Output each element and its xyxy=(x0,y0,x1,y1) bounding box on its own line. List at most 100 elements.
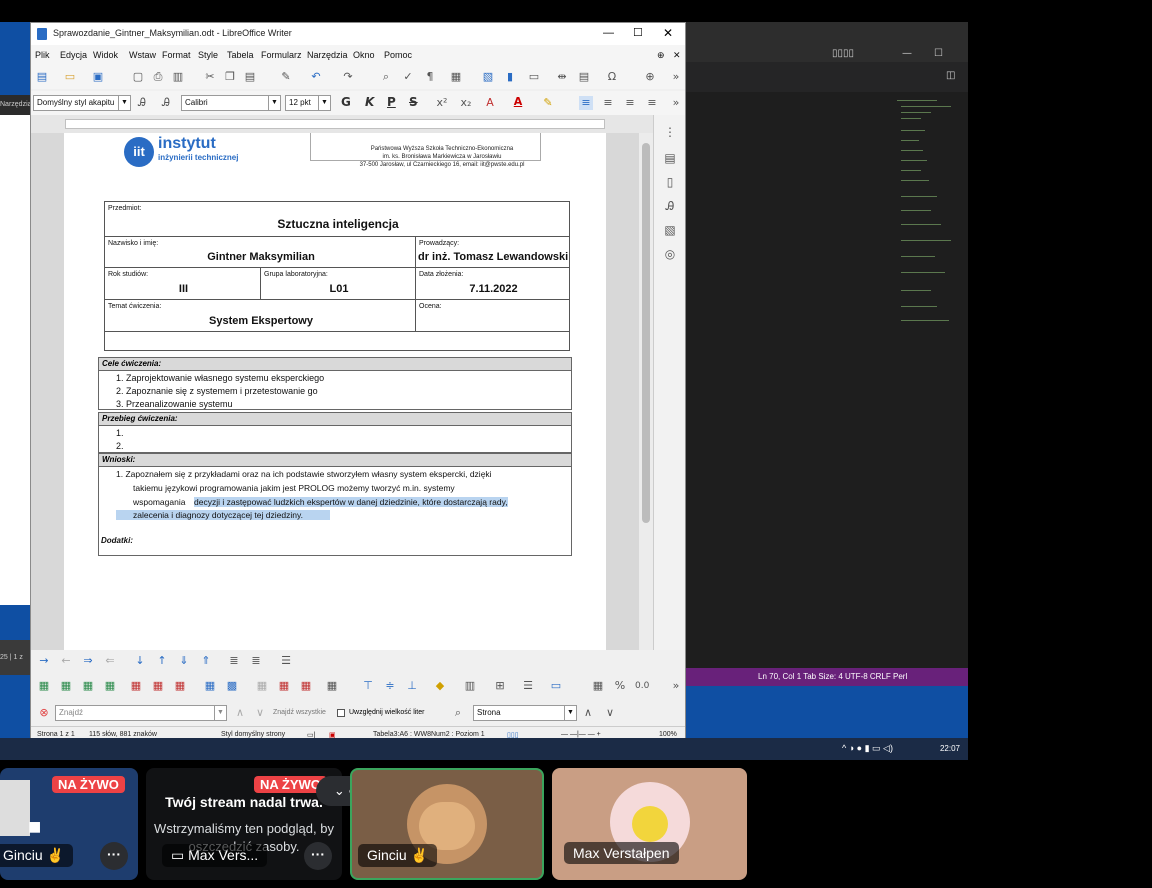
menu-pomoc[interactable]: Pomoc xyxy=(384,50,412,60)
year-cell[interactable]: Rok studiów: III xyxy=(104,267,261,300)
split-cells-icon[interactable]: ▦ xyxy=(277,679,291,693)
group-cell[interactable]: Grupa laboratoryjna: L01 xyxy=(260,267,416,300)
insert-cols-before-icon[interactable]: ▦ xyxy=(81,679,95,693)
merge-cells-icon[interactable]: ▦ xyxy=(255,679,269,693)
print-preview-icon[interactable]: ▥ xyxy=(171,70,185,84)
insert-table-icon[interactable]: ▦ xyxy=(449,70,463,84)
insert-textbox-icon[interactable]: ▭ xyxy=(527,70,541,84)
new-document-icon[interactable]: ▤ xyxy=(35,70,49,84)
page-style[interactable]: Styl domyślny strony xyxy=(221,731,285,738)
grade-cell[interactable]: Ocena: xyxy=(415,299,570,332)
clock[interactable]: 22:07 xyxy=(940,744,960,753)
borders-icon[interactable]: ⊞ xyxy=(493,679,507,693)
split-table-icon[interactable]: ▦ xyxy=(299,679,313,693)
maximize-icon[interactable]: ☐ xyxy=(633,26,643,39)
demote-icon[interactable]: → xyxy=(37,654,51,668)
restart-numbering-icon[interactable]: ≣ xyxy=(249,654,263,668)
italic-button[interactable]: K xyxy=(365,95,374,109)
vscode-minimap[interactable] xyxy=(897,100,957,340)
move-up-sub-icon[interactable]: ⇑ xyxy=(199,654,213,668)
zoom-level[interactable]: 100% xyxy=(659,731,677,738)
formatting-marks-icon[interactable]: ¶ xyxy=(423,70,437,84)
move-down-icon[interactable]: ↓ xyxy=(133,654,147,668)
move-down-sub-icon[interactable]: ⇓ xyxy=(177,654,191,668)
close-document-icon[interactable]: ✕ xyxy=(673,50,681,61)
page-icon[interactable]: ▯ xyxy=(663,175,677,189)
insert-unnumbered-icon[interactable]: ≣ xyxy=(227,654,241,668)
match-case-checkbox[interactable] xyxy=(337,709,345,717)
superscript-icon[interactable]: x² xyxy=(435,96,449,110)
menu-edycja[interactable]: Edycja xyxy=(60,50,87,60)
decimal-format-icon[interactable]: 0.0 xyxy=(635,679,649,693)
participant-tile[interactable]: NA ŻYWO ■ Ginciu ✌️ ··· xyxy=(0,768,138,880)
delete-rows-icon[interactable]: ▦ xyxy=(129,679,143,693)
course-box[interactable] xyxy=(98,425,572,453)
layout-icon[interactable]: ▯▯▯▯ xyxy=(832,48,854,59)
redo-icon[interactable]: ↷ xyxy=(341,70,355,84)
vertical-scrollbar[interactable] xyxy=(639,133,653,668)
bullets-list-icon[interactable]: ☰ xyxy=(279,654,293,668)
font-size-select[interactable]: 12 pkt ▼ xyxy=(285,95,331,111)
date-cell[interactable]: Data złożenia: 7.11.2022 xyxy=(415,267,570,300)
menu-wstaw[interactable]: Wstaw xyxy=(129,50,156,60)
select-cell-icon[interactable]: ▩ xyxy=(225,679,239,693)
justify-icon[interactable]: ≡ xyxy=(645,96,659,110)
insert-field-icon[interactable]: ▤ xyxy=(577,70,591,84)
menu-okno[interactable]: Okno xyxy=(353,50,375,60)
search-scope-select[interactable]: Strona ▼ xyxy=(473,705,577,721)
properties-icon[interactable]: ▤ xyxy=(663,151,677,165)
navigator-icon[interactable]: ◎ xyxy=(663,247,677,261)
vscode-statusbar[interactable]: Ln 70, Col 1 Tab Size: 4 UTF-8 CRLF Perl xyxy=(640,668,968,686)
select-table-icon[interactable]: ▦ xyxy=(203,679,217,693)
autoformat-icon[interactable]: ▥ xyxy=(463,679,477,693)
promote-sub-icon[interactable]: ⇐ xyxy=(103,654,117,668)
insert-image-icon[interactable]: ▧ xyxy=(481,70,495,84)
align-bottom-icon[interactable]: ⊥ xyxy=(405,679,419,693)
zoom-slider[interactable]: — —|— — + xyxy=(561,731,601,738)
find-previous-icon[interactable]: ∧ xyxy=(233,706,247,720)
align-right-icon[interactable]: ≡ xyxy=(623,96,637,110)
save-icon[interactable]: ▣ xyxy=(91,70,105,84)
horizontal-ruler[interactable] xyxy=(31,115,685,133)
topic-cell[interactable]: Temat ćwiczenia: System Ekspertowy xyxy=(104,299,416,332)
menu-formularz[interactable]: Formularz xyxy=(261,50,302,60)
scope-next-icon[interactable]: ∨ xyxy=(603,706,617,720)
undo-icon[interactable]: ↶ xyxy=(309,70,323,84)
move-up-icon[interactable]: ↑ xyxy=(155,654,169,668)
split-editor-icon[interactable]: ◫ xyxy=(946,70,955,81)
menu-narzedzia[interactable]: Narzędzia xyxy=(307,50,348,60)
border-color-icon[interactable]: ▭ xyxy=(549,679,563,693)
minimize-icon[interactable]: — xyxy=(902,48,912,59)
clear-formatting-icon[interactable]: A xyxy=(483,96,497,110)
maximize-icon[interactable]: ☐ xyxy=(934,48,943,59)
gallery-icon[interactable]: ▧ xyxy=(663,223,677,237)
more-table-icon[interactable]: » xyxy=(669,679,683,693)
menu-plik[interactable]: Plik xyxy=(35,50,50,60)
insert-cols-after-icon[interactable]: ▦ xyxy=(103,679,117,693)
styles-icon[interactable]: Ꭿ xyxy=(663,199,677,213)
globe-icon[interactable]: ⊕ xyxy=(657,50,665,61)
table-cell-bg-icon[interactable]: ◆ xyxy=(433,679,447,693)
update-style-icon[interactable]: Ꭿ xyxy=(135,96,149,110)
scrollbar-thumb[interactable] xyxy=(642,143,650,523)
underline-button[interactable]: P xyxy=(387,95,396,109)
promote-icon[interactable]: ← xyxy=(59,654,73,668)
subscript-icon[interactable]: x₂ xyxy=(459,96,473,110)
font-color-icon[interactable]: A xyxy=(511,95,525,109)
close-icon[interactable]: ✕ xyxy=(663,26,673,40)
more-options-icon[interactable]: ··· xyxy=(304,842,332,870)
minimize-icon[interactable]: — xyxy=(603,27,614,39)
copy-icon[interactable]: ❐ xyxy=(223,70,237,84)
find-replace-icon[interactable]: ⌕ xyxy=(379,70,393,84)
cut-icon[interactable]: ✂ xyxy=(203,70,217,84)
paste-icon[interactable]: ▤ xyxy=(243,70,257,84)
participant-tile[interactable]: Max Verstałpen xyxy=(552,768,747,880)
page-count[interactable]: Strona 1 z 1 xyxy=(37,731,75,738)
insert-chart-icon[interactable]: ▮ xyxy=(503,70,517,84)
demote-sub-icon[interactable]: ⇒ xyxy=(81,654,95,668)
more-options-icon[interactable]: ··· xyxy=(100,842,128,870)
more-format-icon[interactable]: » xyxy=(669,96,683,110)
spellcheck-icon[interactable]: ✓ xyxy=(401,70,415,84)
find-input[interactable]: Znajdź ▼ xyxy=(55,705,227,721)
find-replace-dialog-icon[interactable]: ⌕ xyxy=(451,706,465,720)
